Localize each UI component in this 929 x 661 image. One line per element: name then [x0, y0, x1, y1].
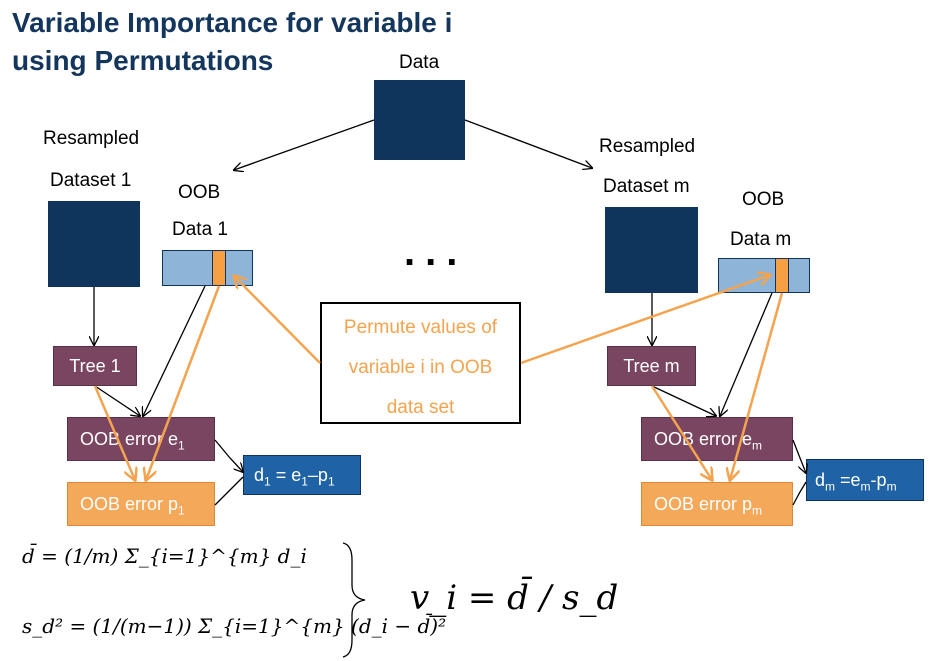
orange-permute-to-right — [520, 275, 770, 365]
arrow-data-to-right — [464, 119, 592, 168]
orange-left-oob-to-p — [146, 285, 221, 480]
arrow-data-to-left — [234, 119, 375, 170]
formula-brace — [342, 542, 366, 658]
arrow-left-errors-to-d-2 — [214, 476, 244, 506]
arrow-right-errors-to-d-2 — [792, 481, 807, 506]
arrow-left-errors-to-d — [214, 439, 243, 472]
connector-layer — [0, 119, 929, 658]
orange-permute-to-left — [234, 276, 321, 364]
orange-right-oob-to-p — [730, 292, 784, 480]
arrow-right-errors-to-d — [792, 439, 806, 473]
